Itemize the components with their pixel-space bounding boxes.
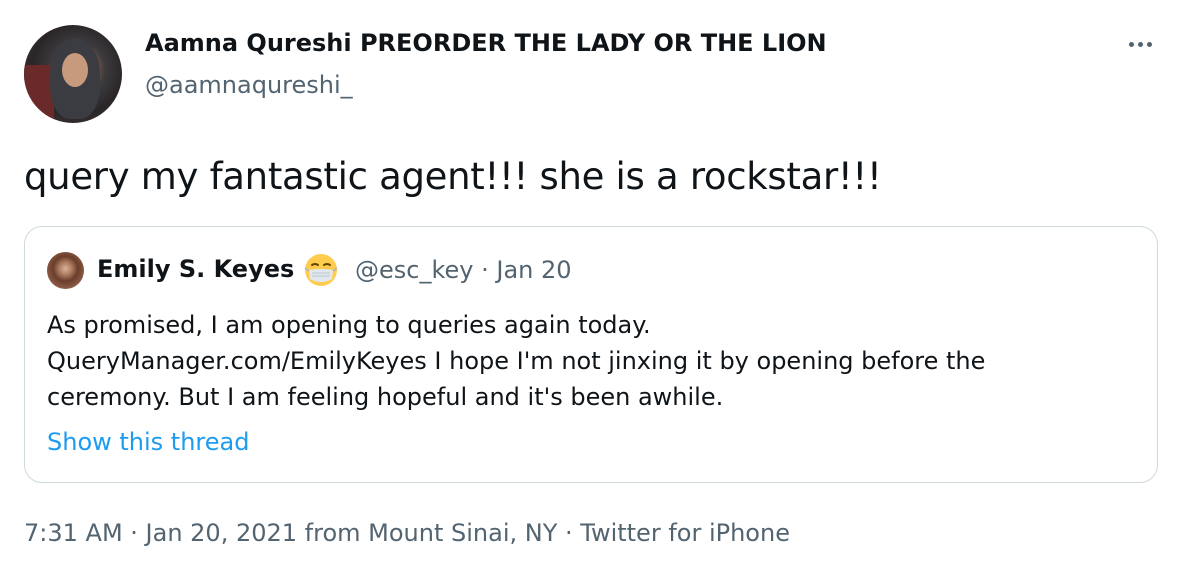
more-dot [1137,41,1143,47]
author-handle[interactable]: @aamnaqureshi_ [145,71,353,99]
tweet: Aamna Qureshi PREORDER THE LADY OR THE L… [0,0,1190,569]
quoted-author-avatar[interactable] [47,252,84,289]
more-dot [1128,41,1134,47]
tweet-footer: 7:31 AM · Jan 20, 2021 from Mount Sinai,… [24,519,790,547]
face-with-medical-mask-icon [304,254,338,286]
quoted-tweet-meta: @esc_key · Jan 20 [355,256,572,284]
quoted-author-display-name[interactable]: Emily S. Keyes [97,255,294,283]
quoted-tweet-line: As promised, I am opening to queries aga… [47,311,651,339]
author-display-name[interactable]: Aamna Qureshi PREORDER THE LADY OR THE L… [145,29,827,57]
tweet-source[interactable]: Twitter for iPhone [580,519,790,547]
ellipsis-horizontal-icon[interactable] [1120,28,1160,60]
tweet-timestamp[interactable]: 7:31 AM · Jan 20, 2021 from Mount Sinai,… [24,519,557,547]
quoted-tweet-card[interactable]: Emily S. Keyes @esc_key · Jan 20 As prom… [24,226,1158,483]
footer-separator: · [557,519,581,547]
quoted-tweet-line: ceremony. But I am feeling hopeful and i… [47,383,724,411]
more-dot [1146,41,1152,47]
quoted-tweet-text: As promised, I am opening to queries aga… [47,307,1137,415]
show-thread-link[interactable]: Show this thread [47,428,249,456]
author-avatar[interactable] [24,25,122,123]
quoted-tweet-line: QueryManager.com/EmilyKeyes I hope I'm n… [47,347,986,375]
tweet-text: query my fantastic agent!!! she is a roc… [24,155,882,198]
avatar-face [62,53,88,87]
